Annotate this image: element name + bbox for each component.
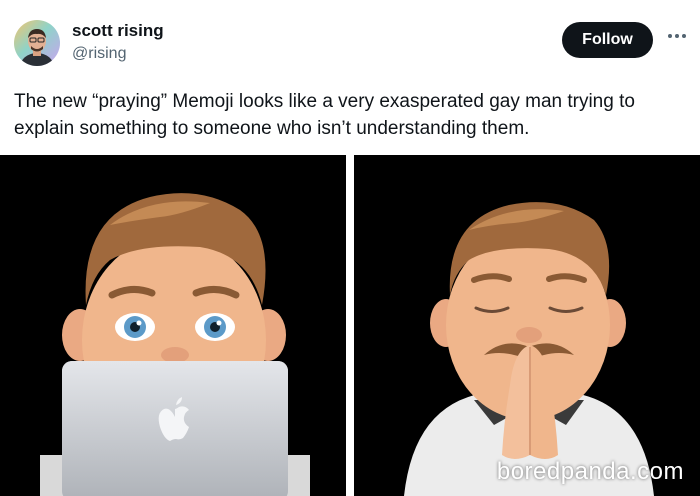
author-display-name[interactable]: scott rising xyxy=(72,21,164,41)
tweet-header: scott rising @rising Follow The new “pra… xyxy=(0,0,700,152)
author-handle[interactable]: @rising xyxy=(72,45,126,63)
avatar[interactable] xyxy=(14,20,60,66)
tweet-text: The new “praying” Memoji looks like a ve… xyxy=(14,91,635,139)
memoji-laptop-image[interactable] xyxy=(0,155,346,496)
follow-button[interactable]: Follow xyxy=(562,22,653,58)
watermark: boredpanda.com xyxy=(496,458,684,485)
more-horizontal-icon[interactable] xyxy=(664,26,690,46)
memoji-praying-image[interactable]: boredpanda.com xyxy=(354,155,700,496)
